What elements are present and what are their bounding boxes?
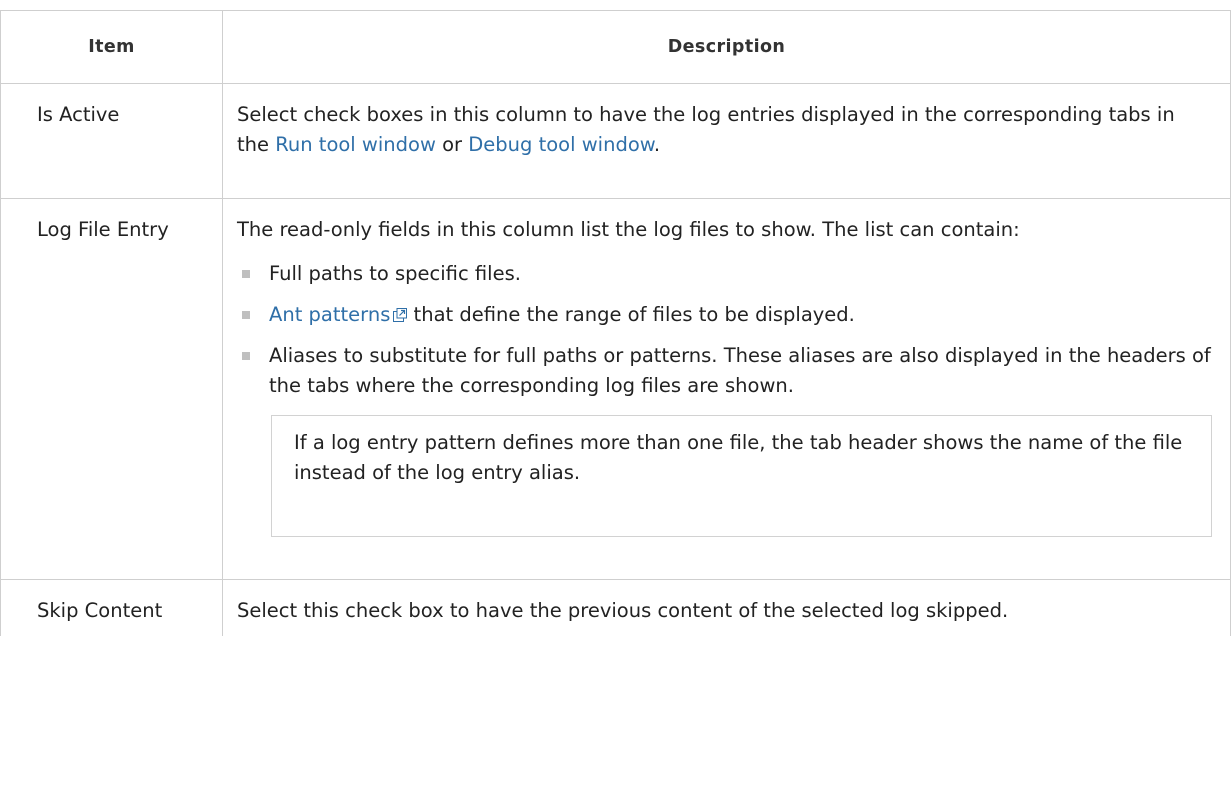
- note-text: If a log entry pattern defines more than…: [294, 431, 1183, 484]
- description-text: or: [435, 133, 469, 156]
- note-box: If a log entry pattern defines more than…: [271, 415, 1212, 537]
- list-item-text: Aliases to substitute for full paths or …: [269, 344, 1211, 397]
- list-item-text: Full paths to specific files.: [269, 262, 521, 285]
- table-header-row: Item Description: [0, 10, 1231, 84]
- list-item: Aliases to substitute for full paths or …: [237, 341, 1212, 401]
- item-cell-is-active: Is Active: [0, 83, 223, 199]
- list-item: Full paths to specific files.: [237, 259, 1212, 289]
- table-row: Log File Entry The read-only fields in t…: [0, 198, 1231, 580]
- settings-description-table: Item Description Is Active Select check …: [0, 10, 1231, 636]
- description-intro: The read-only fields in this column list…: [237, 218, 1020, 241]
- bullet-square-icon: [242, 352, 250, 360]
- description-cell-skip-content: Select this check box to have the previo…: [222, 579, 1231, 636]
- item-cell-skip-content: Skip Content: [0, 579, 223, 636]
- ant-patterns-link[interactable]: Ant patterns: [269, 303, 408, 326]
- ant-patterns-link-text: Ant patterns: [269, 303, 391, 326]
- external-link-icon: [393, 308, 408, 322]
- column-header-item: Item: [0, 10, 223, 84]
- run-tool-window-link[interactable]: Run tool window: [275, 133, 436, 156]
- debug-tool-window-link[interactable]: Debug tool window: [468, 133, 654, 156]
- table-row: Is Active Select check boxes in this col…: [0, 83, 1231, 199]
- bullet-square-icon: [242, 311, 250, 319]
- description-text: .: [653, 133, 661, 156]
- bullet-square-icon: [242, 270, 250, 278]
- bullet-list: Full paths to specific files. Ant patter…: [237, 259, 1212, 401]
- description-paragraph: Select check boxes in this column to hav…: [237, 100, 1212, 160]
- description-cell-is-active: Select check boxes in this column to hav…: [222, 83, 1231, 199]
- description-paragraph: Select this check box to have the previo…: [237, 599, 1009, 622]
- item-cell-log-file-entry: Log File Entry: [0, 198, 223, 580]
- column-header-description: Description: [222, 10, 1231, 84]
- list-item-text: that define the range of files to be dis…: [407, 303, 855, 326]
- description-cell-log-file-entry: The read-only fields in this column list…: [222, 198, 1231, 580]
- list-item: Ant patterns that define the range of fi…: [237, 300, 1212, 330]
- table-row: Skip Content Select this check box to ha…: [0, 579, 1231, 636]
